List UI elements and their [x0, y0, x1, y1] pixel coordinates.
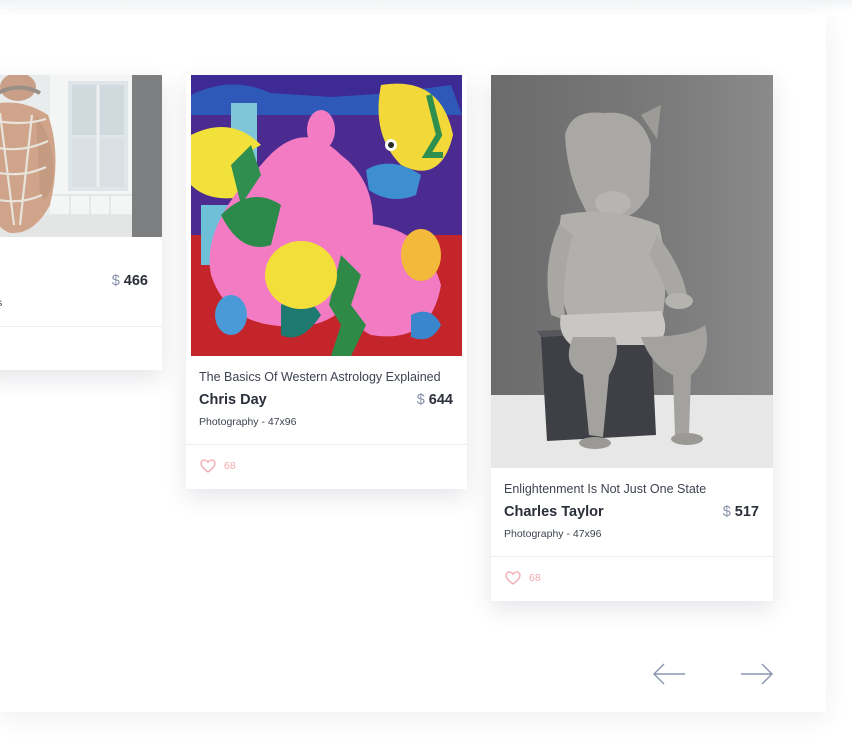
artwork-image[interactable] — [191, 75, 462, 356]
heart-icon — [505, 571, 521, 585]
artwork-info: The Basics Of Western Astrology Explaine… — [186, 356, 467, 489]
artwork-image[interactable] — [491, 75, 773, 468]
artwork-title: Enlightenment Is Not Just One State — [504, 482, 707, 496]
price-value: 517 — [734, 504, 759, 520]
like-button[interactable]: 68 — [505, 571, 541, 585]
page-top-shade — [0, 0, 852, 12]
price-value: 466 — [123, 273, 148, 289]
artwork-price: $517 — [723, 504, 759, 520]
like-count: 68 — [529, 572, 541, 584]
artwork-meta: s — [0, 297, 2, 309]
heart-icon — [200, 459, 216, 473]
artist-name[interactable]: Chris Day — [199, 392, 267, 408]
artwork-info: Enlightenment Is Not Just One State Char… — [491, 468, 773, 601]
artwork-card-2[interactable]: The Basics Of Western Astrology Explaine… — [186, 75, 467, 489]
carousel-prev-button[interactable] — [651, 661, 687, 687]
artwork-meta: Photography - 47x96 — [199, 416, 297, 428]
artwork-price: $644 — [417, 392, 453, 408]
currency-symbol: $ — [722, 504, 731, 520]
currency-symbol: $ — [111, 273, 120, 289]
artwork-image[interactable] — [0, 75, 162, 237]
arrow-right-icon — [741, 663, 773, 685]
card-divider — [491, 556, 773, 557]
artwork-meta: Photography - 47x96 — [504, 528, 602, 540]
card-divider — [186, 444, 467, 445]
currency-symbol: $ — [416, 392, 425, 408]
artwork-title: The Basics Of Western Astrology Explaine… — [199, 370, 441, 384]
artist-name[interactable]: Charles Taylor — [504, 504, 604, 520]
price-value: 644 — [428, 392, 453, 408]
artwork-price: $466 — [112, 273, 148, 289]
like-button[interactable]: 68 — [200, 459, 236, 473]
artwork-info: $466 s — [0, 237, 162, 370]
like-count: 68 — [224, 460, 236, 472]
artwork-card-1[interactable]: $466 s — [0, 75, 162, 370]
card-divider — [0, 326, 162, 327]
artwork-card-3[interactable]: Enlightenment Is Not Just One State Char… — [491, 75, 773, 601]
carousel-next-button[interactable] — [739, 661, 775, 687]
arrow-left-icon — [653, 663, 685, 685]
